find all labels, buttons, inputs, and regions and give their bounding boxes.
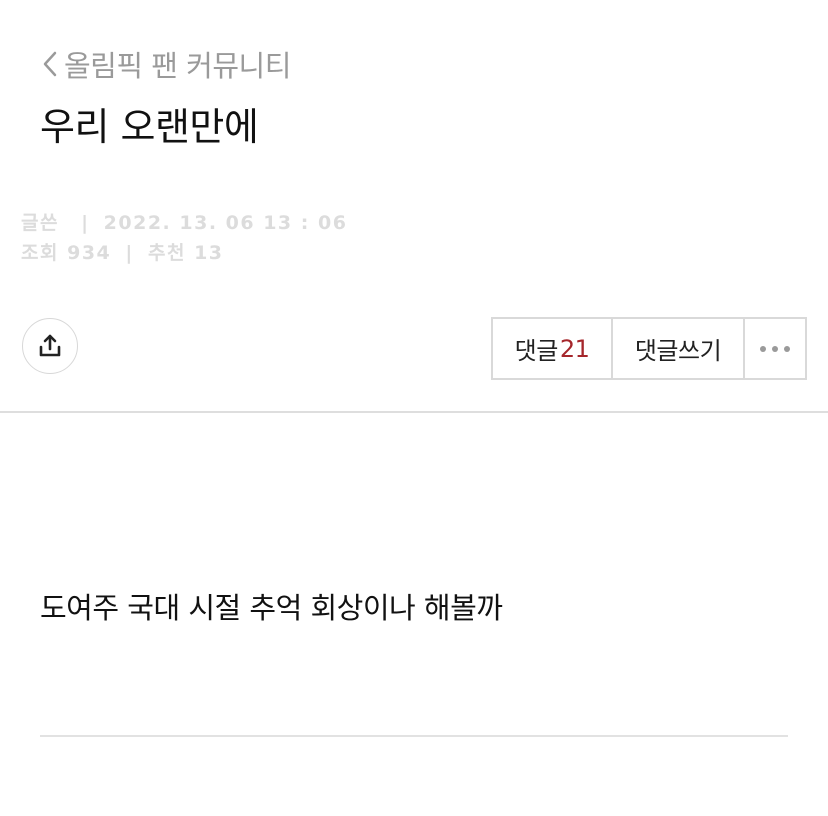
page-title: 우리 오랜만에	[40, 105, 259, 149]
meta-separator: |	[81, 212, 90, 234]
post-actions: 댓글 21 댓글쓰기	[491, 317, 807, 380]
share-button[interactable]	[22, 318, 78, 374]
more-options-button[interactable]	[745, 319, 805, 378]
comments-label: 댓글	[514, 337, 559, 365]
chevron-left-icon[interactable]	[40, 49, 60, 79]
more-dots-icon	[760, 345, 790, 352]
meta-separator: |	[125, 242, 134, 264]
write-comment-button[interactable]: 댓글쓰기	[613, 319, 745, 378]
post-datetime: 2022. 13. 06 13 : 06	[103, 212, 348, 234]
post-meta-stats: 조회 934 | 추천 13	[21, 238, 224, 265]
views-label: 조회	[21, 242, 59, 264]
views-count: 934	[67, 242, 112, 264]
likes-label: 추천	[147, 242, 186, 264]
header-divider	[0, 411, 828, 413]
content-divider	[40, 735, 788, 737]
write-comment-label: 댓글쓰기	[634, 337, 722, 365]
breadcrumb-label[interactable]: 올림픽 팬 커뮤니티	[64, 43, 291, 85]
likes-count: 13	[194, 242, 224, 264]
comments-count: 21	[559, 334, 590, 363]
author-label: 글쓴	[21, 212, 59, 234]
comments-button[interactable]: 댓글 21	[493, 319, 613, 378]
post-body: 도여주 국대 시절 추억 회상이나 해볼까	[40, 591, 503, 625]
share-upload-icon	[39, 334, 61, 357]
post-meta-author-date: 글쓴 | 2022. 13. 06 13 : 06	[21, 208, 347, 235]
breadcrumb[interactable]: 올림픽 팬 커뮤니티	[40, 44, 291, 84]
